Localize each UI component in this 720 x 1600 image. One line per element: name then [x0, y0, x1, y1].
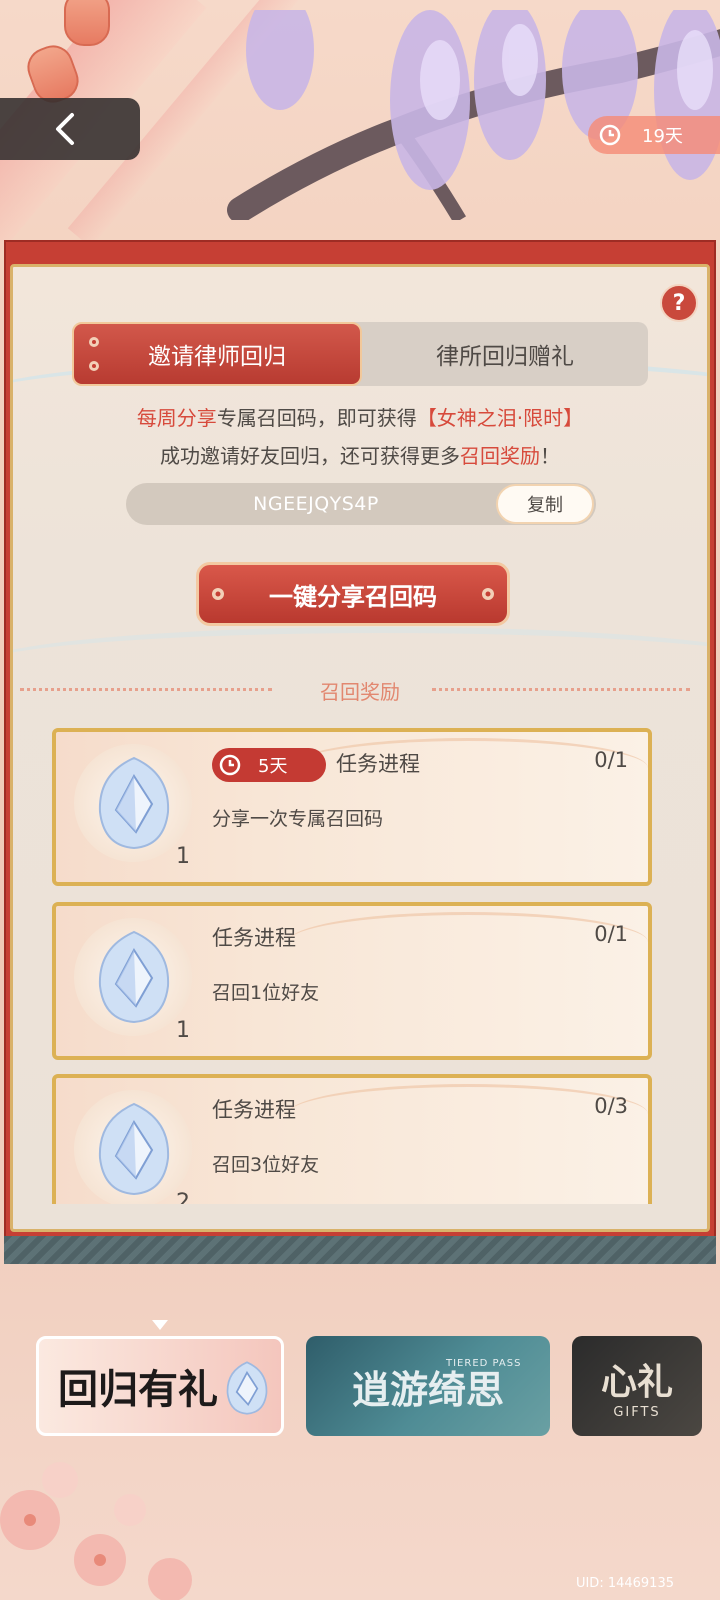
task-description: 召回1位好友 [212, 982, 320, 1004]
time-limit-badge: 5天 [212, 748, 326, 782]
badge-label: 5天 [258, 756, 288, 777]
description-text: ！ [540, 444, 560, 468]
banner-subtitle: TIERED PASS [446, 1358, 522, 1369]
task-title: 任务进程 [336, 752, 420, 776]
banner-return-gift[interactable]: 回归有礼 [36, 1336, 284, 1436]
task-card: 2 任务进程 0/3 召回3位好友 [52, 1074, 652, 1204]
reward-quantity: 1 [176, 1018, 190, 1043]
copy-button[interactable]: 复制 [496, 484, 594, 524]
tab-label: 邀请律师回归 [148, 344, 286, 370]
description-text: 专属召回码，即可获得 [216, 406, 417, 430]
wisteria-branch-decoration [227, 10, 720, 220]
reward-quantity: 1 [176, 844, 190, 869]
description-text: 成功邀请好友回归，还可获得更多 [160, 444, 460, 468]
recall-code-bar: NGEEJQYS4P 复制 [126, 483, 596, 525]
help-button[interactable]: ? [660, 284, 698, 322]
task-progress: 0/1 [594, 922, 628, 946]
gem-icon[interactable] [92, 754, 176, 852]
share-button-label: 一键分享召回码 [269, 582, 437, 611]
event-timer: 19天 [588, 116, 720, 154]
task-title: 任务进程 [212, 926, 296, 950]
back-arrow-icon [56, 113, 74, 145]
tab-firm-return-gift[interactable]: 律所回归赠礼 [362, 322, 648, 386]
description-line-2: 成功邀请好友回归，还可获得更多召回奖励！ [0, 440, 720, 469]
task-progress: 0/1 [594, 748, 628, 772]
gem-icon [226, 1361, 268, 1415]
tab-invite-lawyer[interactable]: 邀请律师回归 [72, 322, 362, 386]
task-card: 1 任务进程 0/1 召回1位好友 [52, 902, 652, 1060]
back-button[interactable] [0, 98, 140, 160]
reward-quantity: 2 [176, 1190, 190, 1204]
clock-icon [599, 124, 621, 146]
banner-tiered-pass[interactable]: TIERED PASS 逍游绮思 [306, 1336, 550, 1436]
clock-icon [219, 754, 241, 776]
selected-indicator [152, 1320, 168, 1330]
description-highlight: 召回奖励 [460, 444, 540, 468]
flower-decoration [0, 1462, 192, 1600]
tab-label: 律所回归赠礼 [436, 344, 574, 370]
banner-subtitle: GIFTS [613, 1404, 661, 1420]
timer-label: 19天 [642, 126, 683, 147]
flower-ornament-icon [89, 337, 99, 347]
flower-ornament-icon [89, 361, 99, 371]
panel-bottom-strip [4, 1236, 716, 1264]
banner-gifts[interactable]: 心礼 GIFTS [572, 1336, 702, 1436]
task-progress: 0/3 [594, 1094, 628, 1118]
task-card: 1 5天 任务进程 0/1 分享一次专属召回码 [52, 728, 652, 886]
description-highlight: 【女神之泪·限时】 [416, 406, 584, 430]
gem-icon[interactable] [92, 928, 176, 1026]
recall-code: NGEEJQYS4P [253, 493, 379, 515]
task-title: 任务进程 [212, 1098, 296, 1122]
task-description: 召回3位好友 [212, 1154, 320, 1176]
help-icon: ? [672, 290, 686, 316]
task-list[interactable]: 1 5天 任务进程 0/1 分享一次专属召回码 1 任务进程 0/1 召回1位好… [52, 728, 656, 1204]
flower-ornament-icon [482, 588, 494, 600]
lantern-decoration [64, 0, 110, 46]
tab-bar: 邀请律师回归 律所回归赠礼 [72, 322, 648, 386]
divider [432, 688, 690, 691]
description-line-1: 每周分享专属召回码，即可获得【女神之泪·限时】 [0, 402, 720, 431]
flower-ornament-icon [212, 588, 224, 600]
user-id: UID: 14469135 [575, 1576, 674, 1591]
share-recall-code-button[interactable]: 一键分享召回码 [196, 562, 510, 626]
banner-title: 回归有礼 [58, 1366, 218, 1413]
task-description: 分享一次专属召回码 [212, 808, 384, 830]
banner-title: 心礼 [600, 1360, 673, 1403]
gem-icon[interactable] [92, 1100, 176, 1198]
description-highlight: 每周分享 [136, 406, 217, 430]
